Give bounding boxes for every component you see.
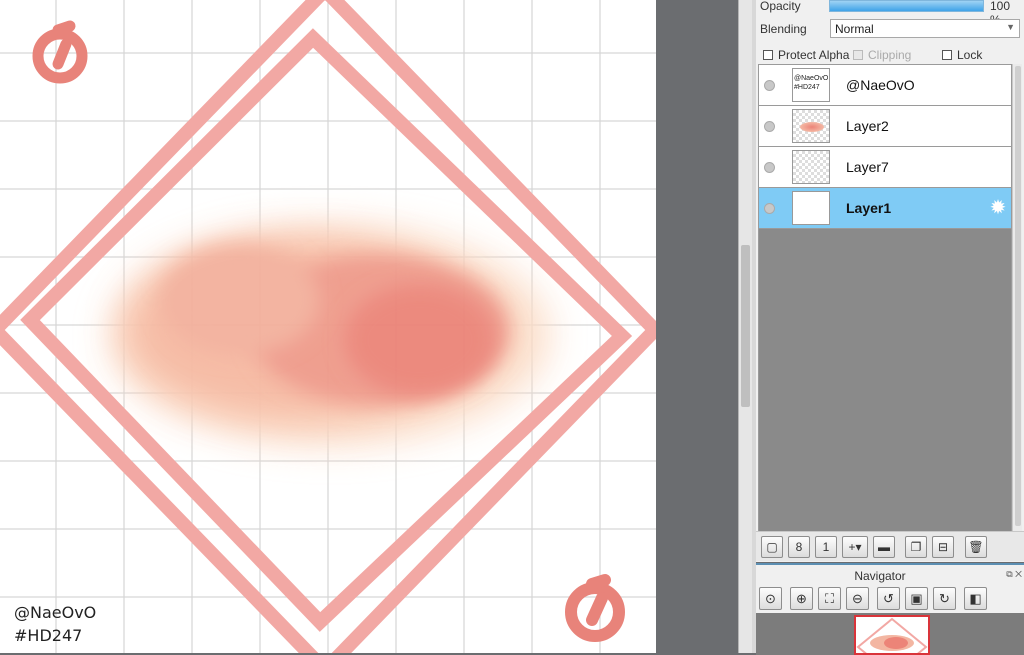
layer-thumbnail bbox=[792, 191, 830, 225]
layer-panel: Opacity 100 % Blending Normal ▼ Protect … bbox=[756, 0, 1024, 562]
scrollbar-thumb[interactable] bbox=[741, 245, 750, 407]
panel-window-buttons[interactable]: ⧉ ✕ bbox=[1006, 569, 1022, 580]
navigator-panel: Navigator ⧉ ✕ ⊙ ⊕ ⛶ ⊖ ↺ ▣ ↻ ◧ bbox=[756, 563, 1024, 655]
duplicate-layer-icon[interactable]: ❐ bbox=[905, 536, 927, 558]
drawing-canvas[interactable]: @NaeOvO #HD247 bbox=[0, 0, 656, 653]
merge-layer-icon[interactable]: ⊟ bbox=[932, 536, 954, 558]
chevron-down-icon: ▼ bbox=[1006, 22, 1015, 32]
opacity-label: Opacity bbox=[760, 0, 801, 13]
new-folder-icon[interactable]: ▬ bbox=[873, 536, 895, 558]
new-8bit-layer-icon[interactable]: 8 bbox=[788, 536, 810, 558]
lock-label: Lock bbox=[957, 48, 983, 62]
layer-list-scrollbar[interactable] bbox=[1012, 64, 1022, 532]
credit-text-code: #HD247 bbox=[14, 626, 83, 645]
checkbox-box bbox=[853, 50, 863, 60]
rotate-left-icon[interactable]: ↺ bbox=[877, 587, 900, 610]
rotate-right-icon[interactable]: ↻ bbox=[933, 587, 956, 610]
layer-name: @NaeOvO bbox=[846, 77, 915, 93]
layer-name: Layer7 bbox=[846, 159, 889, 175]
visibility-toggle[interactable] bbox=[764, 203, 775, 214]
flip-horizontal-icon[interactable]: ◧ bbox=[964, 587, 987, 610]
new-1bit-layer-icon[interactable]: 1 bbox=[815, 536, 837, 558]
scrollbar-thumb[interactable] bbox=[1015, 66, 1021, 526]
canvas-background bbox=[656, 0, 738, 653]
zoom-in-icon[interactable]: ⊕ bbox=[790, 587, 813, 610]
checkbox-box bbox=[763, 50, 773, 60]
layer-thumbnail: @NaeOvO #HD247 bbox=[792, 68, 830, 102]
fit-rotate-icon[interactable]: ▣ bbox=[905, 587, 928, 610]
blending-value: Normal bbox=[835, 22, 874, 36]
layer-name: Layer2 bbox=[846, 118, 889, 134]
new-layer-icon[interactable]: ▢ bbox=[761, 536, 783, 558]
zoom-out-icon[interactable]: ⊖ bbox=[846, 587, 869, 610]
layer-toolbar: ▢ 8 1 +▾ ▬ ❐ ⊟ 🗑 bbox=[756, 531, 1024, 561]
layer-name: Layer1 bbox=[846, 200, 892, 216]
add-layer-menu-icon[interactable]: +▾ bbox=[842, 536, 868, 558]
layer-row-naeovo[interactable]: @NaeOvO #HD247 @NaeOvO bbox=[759, 65, 1011, 106]
layer-row-layer1[interactable]: Layer1 ✹ bbox=[759, 188, 1011, 229]
clipping-checkbox[interactable]: Clipping bbox=[853, 48, 911, 62]
protect-alpha-checkbox[interactable]: Protect Alpha bbox=[763, 48, 849, 62]
gear-icon[interactable]: ✹ bbox=[987, 197, 1009, 219]
logo-top-left bbox=[32, 20, 88, 84]
opacity-slider[interactable] bbox=[829, 0, 984, 12]
layer-row-layer7[interactable]: Layer7 bbox=[759, 147, 1011, 188]
checkbox-box bbox=[942, 50, 952, 60]
canvas-artwork bbox=[0, 0, 656, 653]
blending-label: Blending bbox=[760, 22, 807, 36]
layer-row-layer2[interactable]: Layer2 bbox=[759, 106, 1011, 147]
credit-text-handle: @NaeOvO bbox=[14, 603, 97, 622]
canvas-vertical-scrollbar[interactable] bbox=[738, 0, 752, 653]
fit-screen-icon[interactable]: ⛶ bbox=[818, 587, 841, 610]
navigator-title: Navigator bbox=[854, 569, 906, 583]
preview-artwork bbox=[856, 617, 928, 653]
layer-thumbnail bbox=[792, 150, 830, 184]
layer-thumbnail bbox=[792, 109, 830, 143]
thumbnail-text: @NaeOvO #HD247 bbox=[794, 75, 829, 91]
zoom-reset-icon[interactable]: ⊙ bbox=[759, 587, 782, 610]
delete-layer-icon[interactable]: 🗑 bbox=[965, 536, 987, 558]
protect-alpha-label: Protect Alpha bbox=[778, 48, 850, 62]
navigator-preview[interactable] bbox=[854, 615, 930, 655]
blending-select[interactable]: Normal ▼ bbox=[830, 19, 1020, 38]
layer-list: @NaeOvO #HD247 @NaeOvO Layer2 Layer7 Lay… bbox=[758, 64, 1012, 532]
thumbnail-paint bbox=[800, 122, 824, 132]
watercolor-paint bbox=[110, 225, 550, 445]
logo-bottom-right bbox=[565, 574, 625, 642]
clipping-label: Clipping bbox=[868, 48, 912, 62]
visibility-toggle[interactable] bbox=[764, 121, 775, 132]
visibility-toggle[interactable] bbox=[764, 162, 775, 173]
lock-checkbox[interactable]: Lock bbox=[942, 48, 982, 62]
visibility-toggle[interactable] bbox=[764, 80, 775, 91]
